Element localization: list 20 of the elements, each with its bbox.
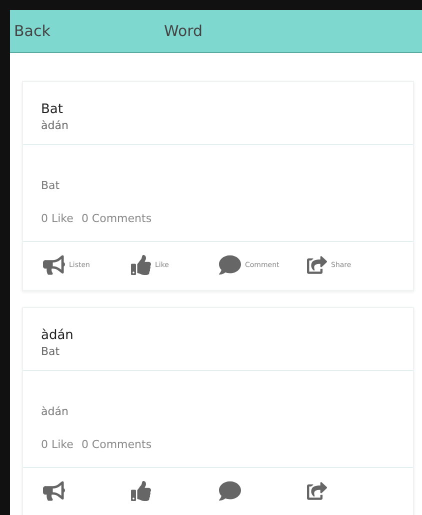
like-count: 0 Like bbox=[41, 212, 74, 225]
megaphone-icon bbox=[43, 480, 65, 502]
speech-bubble-icon bbox=[219, 480, 241, 502]
share-icon bbox=[307, 481, 327, 501]
comment-count: 0 Comments bbox=[81, 212, 152, 225]
like-count: 0 Like bbox=[41, 438, 74, 451]
word-text: àdán bbox=[41, 405, 70, 418]
word-title: àdán bbox=[41, 328, 74, 343]
thumbs-up-icon bbox=[131, 481, 151, 501]
megaphone-icon bbox=[43, 254, 65, 276]
word-title: Bat bbox=[41, 102, 64, 117]
word-translation: àdán bbox=[41, 119, 70, 132]
share-icon bbox=[307, 255, 327, 275]
back-link[interactable]: Back bbox=[10, 22, 164, 40]
page-title: Word bbox=[164, 22, 203, 40]
word-text: Bat bbox=[41, 179, 61, 192]
comment-count: 0 Comments bbox=[81, 438, 152, 451]
word-translation: Bat bbox=[41, 345, 61, 358]
speech-bubble-icon bbox=[219, 254, 241, 276]
thumbs-up-icon bbox=[131, 255, 151, 275]
